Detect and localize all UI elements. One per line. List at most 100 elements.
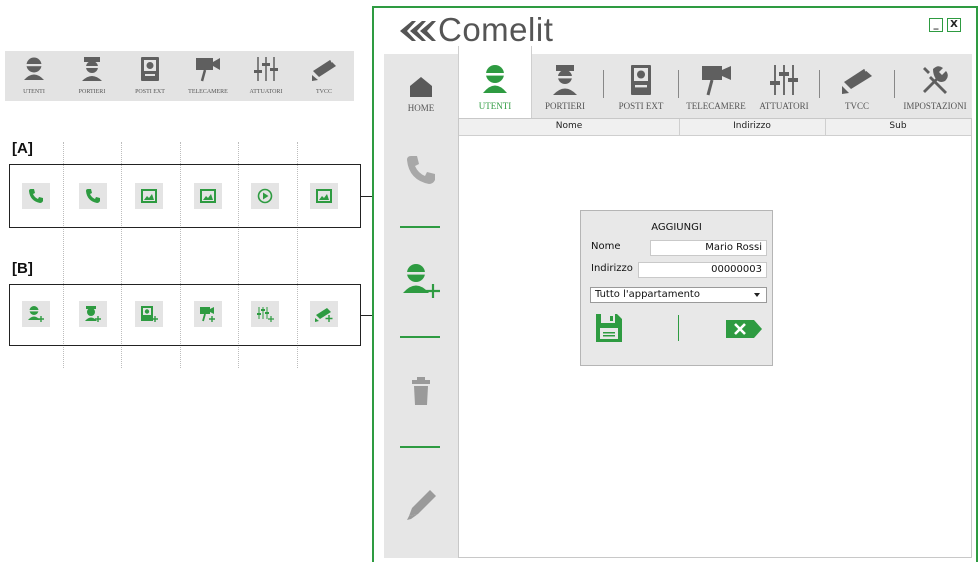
tab-separator bbox=[819, 70, 820, 98]
address-field[interactable]: 00000003 bbox=[638, 262, 767, 278]
tab-separator bbox=[603, 70, 604, 98]
concierge-icon bbox=[553, 65, 577, 95]
tab-label: IMPOSTAZIONI bbox=[903, 101, 967, 111]
sidebar: HOME bbox=[384, 54, 458, 558]
edit-button[interactable] bbox=[384, 486, 458, 522]
tab-label: ATTUATORI bbox=[759, 101, 809, 111]
name-label: Nome bbox=[591, 241, 621, 252]
add-cctv-button[interactable] bbox=[310, 301, 338, 327]
add-user-action-button[interactable] bbox=[384, 262, 458, 298]
legend-tab-label: ATTUATORI bbox=[249, 89, 283, 95]
column-header-sub[interactable]: Sub bbox=[825, 121, 971, 131]
dialog-divider bbox=[678, 315, 679, 341]
close-button[interactable]: X bbox=[947, 18, 961, 32]
tab-label: UTENTI bbox=[478, 101, 512, 111]
tab-attuatori[interactable]: ATTUATORI bbox=[754, 54, 814, 118]
chevron-down-icon bbox=[754, 293, 760, 297]
play-button[interactable] bbox=[251, 183, 279, 209]
tab-portieri[interactable]: PORTIERI bbox=[532, 54, 598, 118]
call-icon bbox=[407, 156, 435, 184]
sidebar-divider bbox=[400, 336, 440, 338]
legend-tab-label: POSTI EXT bbox=[135, 89, 165, 95]
tab-utenti[interactable]: UTENTI bbox=[458, 46, 532, 118]
image-button[interactable] bbox=[194, 183, 222, 209]
image-icon bbox=[316, 189, 332, 203]
tab-label: TELECAMERE bbox=[686, 101, 746, 111]
home-label: HOME bbox=[407, 103, 435, 113]
add-concierge-button[interactable] bbox=[79, 301, 107, 327]
cancel-button[interactable] bbox=[725, 319, 763, 342]
logo: Comelit bbox=[398, 12, 553, 48]
concierge-icon bbox=[82, 57, 102, 81]
actuators-icon bbox=[254, 57, 278, 81]
add-user-dialog: AGGIUNGI Nome Mario Rossi Indirizzo 0000… bbox=[580, 210, 773, 366]
edit-pencil-icon bbox=[407, 490, 436, 520]
tab-separator bbox=[678, 70, 679, 98]
add-outdoor-station-button[interactable] bbox=[135, 301, 163, 327]
logo-text: Comelit bbox=[438, 11, 554, 48]
tab-label: TVCC bbox=[844, 101, 869, 111]
add-user-icon bbox=[28, 306, 44, 322]
play-icon bbox=[257, 188, 273, 204]
actuators-icon bbox=[770, 65, 798, 95]
apartment-select[interactable]: Tutto l'appartamento bbox=[590, 287, 767, 303]
add-camera-icon bbox=[200, 307, 215, 322]
call-icon bbox=[86, 189, 100, 203]
add-user-icon bbox=[403, 264, 440, 298]
section-a-box bbox=[9, 164, 361, 228]
image-icon bbox=[141, 189, 157, 203]
save-button[interactable] bbox=[595, 313, 623, 346]
user-icon bbox=[24, 57, 44, 80]
call-action-button[interactable] bbox=[384, 154, 458, 186]
home-button[interactable]: HOME bbox=[384, 76, 458, 113]
image-button[interactable] bbox=[310, 183, 338, 209]
call-button[interactable] bbox=[22, 183, 50, 209]
legend-tab-utenti: UTENTI bbox=[5, 51, 63, 101]
add-actuator-icon bbox=[257, 307, 274, 322]
tab-telecamere[interactable]: TELECAMERE bbox=[680, 54, 752, 118]
outdoor-station-icon bbox=[631, 65, 651, 95]
camera-icon bbox=[196, 58, 220, 82]
legend-tab-tvcc: TVCC bbox=[295, 51, 353, 101]
section-a-label: [A] bbox=[12, 140, 33, 157]
tab-label: POSTI EXT bbox=[618, 101, 664, 111]
tab-label: PORTIERI bbox=[545, 101, 585, 111]
user-icon bbox=[483, 65, 507, 93]
call-icon bbox=[29, 189, 43, 203]
tab-bar: UTENTI PORTIERI POSTI EXT TELECAMERE ATT… bbox=[458, 46, 972, 118]
tab-tvcc[interactable]: TVCC bbox=[824, 54, 890, 118]
column-header-nome[interactable]: Nome bbox=[459, 121, 679, 131]
sidebar-divider bbox=[400, 226, 440, 228]
add-actuator-button[interactable] bbox=[251, 301, 279, 327]
minimize-button[interactable]: _ bbox=[929, 18, 943, 32]
delete-button[interactable] bbox=[384, 376, 458, 406]
tab-impostazioni[interactable]: IMPOSTAZIONI bbox=[898, 54, 972, 118]
legend-tab-telecamere: TELECAMERE bbox=[179, 51, 237, 101]
dialog-title: AGGIUNGI bbox=[651, 222, 702, 233]
apartment-select-value: Tutto l'appartamento bbox=[595, 289, 700, 300]
name-field[interactable]: Mario Rossi bbox=[650, 240, 767, 256]
call-button[interactable] bbox=[79, 183, 107, 209]
camera-icon bbox=[702, 66, 731, 96]
save-icon bbox=[596, 314, 622, 342]
add-user-button[interactable] bbox=[22, 301, 50, 327]
tab-posti-ext[interactable]: POSTI EXT bbox=[608, 54, 674, 118]
legend-tab-label: TVCC bbox=[315, 89, 332, 95]
cctv-icon bbox=[312, 59, 336, 81]
table-header: Nome Indirizzo Sub bbox=[459, 119, 971, 136]
cancel-x-icon bbox=[726, 320, 762, 338]
image-button[interactable] bbox=[135, 183, 163, 209]
address-label: Indirizzo bbox=[591, 263, 633, 274]
legend-tab-attuatori: ATTUATORI bbox=[237, 51, 295, 101]
home-icon bbox=[410, 77, 432, 97]
cctv-icon bbox=[842, 67, 872, 94]
add-camera-button[interactable] bbox=[194, 301, 222, 327]
legend-tab-posti-ext: POSTI EXT bbox=[121, 51, 179, 101]
legend-tab-portieri: PORTIERI bbox=[63, 51, 121, 101]
section-b-label: [B] bbox=[12, 260, 33, 277]
image-icon bbox=[200, 189, 216, 203]
comelit-logo-icon bbox=[400, 21, 436, 41]
app-window: Comelit _ X HOME UTENTI PORTIERI POSTI E… bbox=[372, 6, 978, 562]
column-header-indirizzo[interactable]: Indirizzo bbox=[679, 121, 825, 131]
sidebar-divider bbox=[400, 446, 440, 448]
